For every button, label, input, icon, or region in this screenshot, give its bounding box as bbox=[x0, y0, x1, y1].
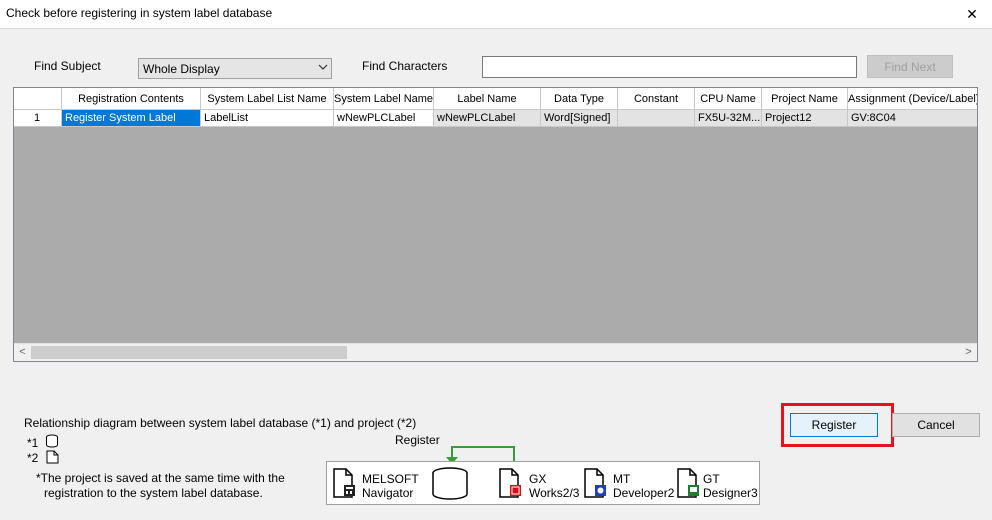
relationship-diagram: MELSOFT Navigator GX Works2/3 MT Develop… bbox=[326, 461, 760, 505]
melsoft-line-2: Navigator bbox=[362, 486, 414, 500]
mt-developer-icon bbox=[584, 468, 606, 498]
register-button[interactable]: Register bbox=[790, 413, 878, 437]
project-name-cell[interactable]: Project12 bbox=[762, 110, 848, 127]
gt-line-1: GT bbox=[703, 472, 720, 486]
header-row-number bbox=[14, 88, 62, 110]
header-registration-contents[interactable]: Registration Contents bbox=[62, 88, 201, 110]
document-icon bbox=[46, 450, 59, 464]
register-arrow-label: Register bbox=[395, 433, 440, 447]
gx-works-icon bbox=[499, 468, 521, 498]
grid-header: Registration Contents System Label List … bbox=[14, 88, 977, 110]
label-name-cell[interactable]: wNewPLCLabel bbox=[434, 110, 541, 127]
cancel-button[interactable]: Cancel bbox=[892, 413, 980, 437]
header-system-label-name[interactable]: System Label Name bbox=[334, 88, 434, 110]
scrollbar-thumb[interactable] bbox=[31, 346, 347, 359]
melsoft-navigator-icon bbox=[333, 468, 355, 498]
system-label-database-icon bbox=[432, 467, 468, 500]
header-label-name[interactable]: Label Name bbox=[434, 88, 541, 110]
legend-mark-project: *2 bbox=[27, 451, 39, 465]
constant-cell[interactable] bbox=[618, 110, 695, 127]
window-title: Check before registering in system label… bbox=[6, 6, 273, 20]
chevron-down-icon bbox=[318, 64, 328, 70]
table-row[interactable]: 1 Register System Label LabelList wNewPL… bbox=[14, 110, 977, 127]
find-characters-input[interactable] bbox=[482, 56, 857, 78]
note-line-1: *The project is saved at the same time w… bbox=[36, 471, 285, 485]
scroll-right-icon[interactable]: > bbox=[960, 344, 977, 361]
header-constant[interactable]: Constant bbox=[618, 88, 695, 110]
header-system-label-list-name[interactable]: System Label List Name bbox=[201, 88, 334, 110]
header-assignment[interactable]: Assignment (Device/Label) bbox=[848, 88, 977, 110]
system-label-name-cell[interactable]: wNewPLCLabel bbox=[334, 110, 434, 127]
gx-line-1: GX bbox=[529, 472, 547, 486]
legend-mark-database: *1 bbox=[27, 436, 39, 450]
find-subject-dropdown[interactable]: Whole Display bbox=[138, 58, 332, 79]
relationship-heading: Relationship diagram between system labe… bbox=[24, 416, 417, 430]
close-icon[interactable]: ✕ bbox=[952, 0, 992, 28]
database-icon bbox=[46, 434, 58, 448]
mt-line-2: Developer2 bbox=[613, 486, 675, 500]
gx-line-2: Works2/3 bbox=[529, 486, 580, 500]
horizontal-scrollbar[interactable]: < > bbox=[14, 343, 977, 361]
assignment-cell[interactable]: GV:8C04 bbox=[848, 110, 977, 127]
find-subject-label: Find Subject bbox=[34, 59, 101, 73]
find-characters-label: Find Characters bbox=[362, 59, 448, 73]
header-project-name[interactable]: Project Name bbox=[762, 88, 848, 110]
find-subject-value: Whole Display bbox=[143, 62, 220, 76]
registration-contents-cell[interactable]: Register System Label bbox=[62, 110, 201, 127]
melsoft-line-1: MELSOFT bbox=[362, 472, 419, 486]
find-next-button[interactable]: Find Next bbox=[867, 55, 953, 78]
data-type-cell[interactable]: Word[Signed] bbox=[541, 110, 618, 127]
title-bar: Check before registering in system label… bbox=[0, 0, 992, 29]
row-number-cell: 1 bbox=[14, 110, 62, 127]
cpu-name-cell[interactable]: FX5U-32M... bbox=[695, 110, 762, 127]
header-cpu-name[interactable]: CPU Name bbox=[695, 88, 762, 110]
note-line-2: registration to the system label databas… bbox=[44, 486, 263, 500]
mt-line-1: MT bbox=[613, 472, 631, 486]
scroll-left-icon[interactable]: < bbox=[14, 344, 31, 361]
gt-designer-icon bbox=[677, 468, 699, 498]
label-grid[interactable]: Registration Contents System Label List … bbox=[13, 87, 978, 362]
gt-line-2: Designer3 bbox=[703, 486, 758, 500]
header-data-type[interactable]: Data Type bbox=[541, 88, 618, 110]
system-label-list-name-cell[interactable]: LabelList bbox=[201, 110, 334, 127]
